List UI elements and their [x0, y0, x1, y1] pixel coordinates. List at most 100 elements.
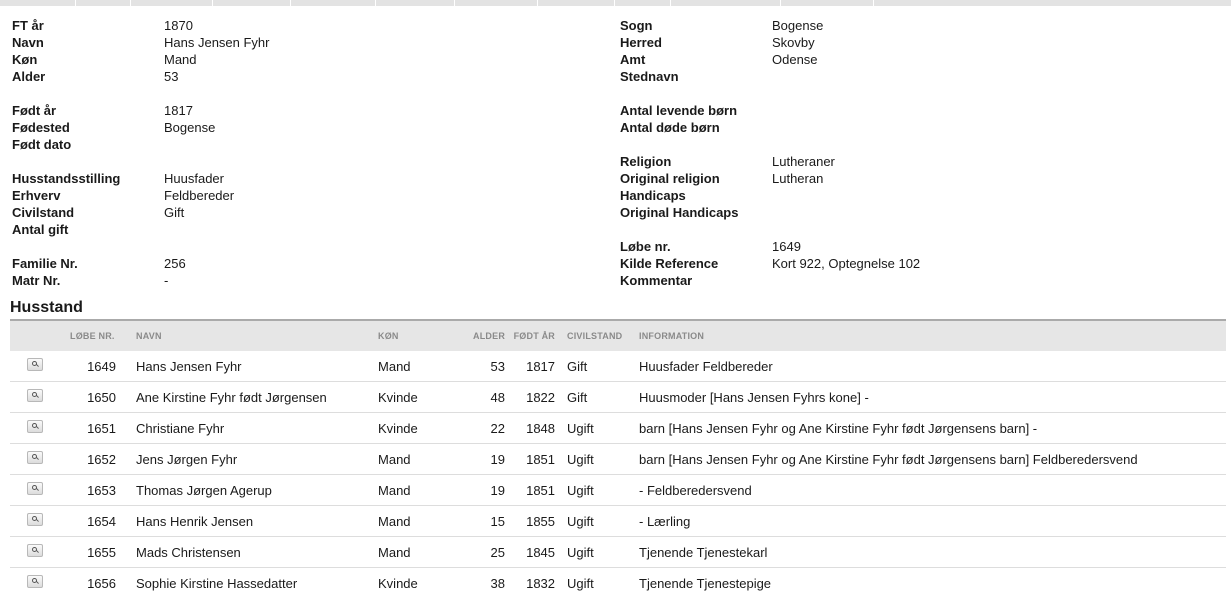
detail-row: Herred Skovby [620, 34, 1220, 51]
household-row[interactable]: 1650 Ane Kirstine Fyhr født Jørgensen Kvin… [10, 381, 1227, 413]
detail-value: 1817 [164, 103, 193, 118]
spacer-cell [116, 412, 131, 444]
fodt-ar-cell: 1855 [505, 505, 556, 537]
navn-cell[interactable]: Mads Christensen [130, 536, 376, 568]
magnifier-icon[interactable] [27, 574, 43, 588]
household-row[interactable]: 1655 Mads Christensen Mand 25 1845 Ugift Tjene… [10, 536, 1227, 568]
kon-cell: Mand [375, 505, 438, 537]
navn-cell[interactable]: Ane Kirstine Fyhr født Jørgensen [130, 381, 376, 413]
lobe-nr-cell: 1655 [58, 536, 116, 568]
detail-row: Fødested Bogense [12, 119, 602, 136]
magnifier-icon[interactable] [27, 419, 43, 433]
navn-cell[interactable]: Thomas Jørgen Agerup [130, 474, 376, 506]
detail-row: Løbe nr. 1649 [620, 238, 1220, 255]
alder-cell: 48 [437, 381, 506, 413]
magnifier-icon[interactable] [27, 450, 43, 464]
detail-row: Antal levende børn [620, 102, 1220, 119]
alder-cell: 22 [437, 412, 506, 444]
detail-label: Født år [12, 103, 57, 118]
magnifier-icon[interactable] [27, 512, 43, 526]
household-row[interactable]: 1649 Hans Jensen Fyhr Mand 53 1817 Gift Huusfa… [10, 351, 1226, 382]
col-header-fodt-ar[interactable]: FØDT ÅR [505, 321, 556, 351]
detail-label: Original Handicaps [620, 205, 739, 220]
information-cell: - Lærling [639, 505, 1227, 537]
detail-value: Skovby [772, 35, 815, 50]
detail-row: Civilstand Gift [12, 204, 602, 221]
detail-value: 1649 [772, 239, 801, 254]
spacer-cell [116, 351, 130, 382]
lobe-nr-cell: 1651 [58, 412, 116, 444]
civilstand-cell: Gift [567, 358, 588, 374]
detail-row: Køn Mand [12, 51, 602, 68]
fodt-ar-cell: 1817 [526, 358, 556, 374]
household-title: Husstand [10, 299, 83, 316]
fodt-ar-cell: 1845 [505, 536, 556, 568]
spacer-cell [116, 567, 131, 598]
detail-value: Lutheran [772, 171, 824, 186]
fodt-ar-cell: 1851 [505, 443, 556, 475]
col-header-alder[interactable]: ALDER [437, 321, 506, 351]
fodt-ar-cell: 1832 [505, 567, 556, 598]
detail-row: Religion Lutheraner [620, 153, 1220, 170]
household-row[interactable]: 1651 Christiane Fyhr Kvinde 22 1848 Ugift barn… [10, 412, 1227, 444]
detail-row: Amt Odense [620, 51, 1220, 68]
detail-label: Sogn [620, 18, 653, 33]
detail-label: Civilstand [12, 205, 75, 220]
kon-cell: Mand [375, 536, 438, 568]
household-row[interactable]: 1654 Hans Henrik Jensen Mand 15 1855 Ugift - L… [10, 505, 1227, 537]
detail-row: Alder 53 [12, 68, 602, 85]
top-tab-strip [0, 0, 1231, 6]
navn-cell[interactable]: Hans Henrik Jensen [130, 505, 376, 537]
navn-cell[interactable]: Christiane Fyhr [130, 412, 376, 444]
col-header-lobe-nr[interactable]: LØBE NR. [58, 321, 131, 351]
detail-label: Kilde Reference [620, 256, 719, 271]
detail-row: Matr Nr. - [12, 272, 602, 289]
magnifier-icon[interactable] [27, 543, 43, 557]
navn-cell[interactable]: Hans Jensen Fyhr [130, 351, 375, 382]
col-header-navn[interactable]: NAVN [130, 321, 376, 351]
detail-value: Kort 922, Optegnelse 102 [772, 256, 921, 271]
col-header-kon[interactable]: KØN [375, 321, 438, 351]
alder-cell: 25 [437, 536, 506, 568]
lobe-nr-cell: 1652 [58, 443, 116, 475]
detail-value: Lutheraner [772, 154, 835, 169]
view-cell [10, 536, 58, 568]
detail-label: FT år [12, 18, 44, 33]
household-row[interactable]: 1656 Sophie Kirstine Hassedatter Kvinde 38 1… [10, 567, 1227, 598]
information-cell: Huusfader Feldbereder [639, 358, 773, 374]
magnifier-icon[interactable] [27, 357, 43, 371]
alder-cell: 19 [437, 474, 506, 506]
person-details-right: Sogn Bogense Herred Skovby Amt Odense Stednavn… [620, 17, 1220, 289]
col-header-civilstand[interactable]: CIVILSTAND [555, 321, 640, 351]
detail-label: Antal gift [12, 222, 69, 237]
navn-cell[interactable]: Sophie Kirstine Hassedatter [130, 567, 376, 598]
alder-cell: 15 [437, 505, 506, 537]
magnifier-icon[interactable] [27, 481, 43, 495]
view-cell [10, 412, 58, 444]
detail-value: Huusfader [164, 171, 224, 186]
navn-cell[interactable]: Jens Jørgen Fyhr [130, 443, 376, 475]
detail-label: Original religion [620, 171, 720, 186]
alder-cell: 53 [490, 358, 506, 374]
information-cell: barn [Hans Jensen Fyhr og Ane Kirstine F… [639, 443, 1227, 475]
view-cell [10, 474, 58, 506]
magnifier-icon[interactable] [27, 388, 43, 402]
information-cell: barn [Hans Jensen Fyhr og Ane Kirstine F… [639, 412, 1227, 444]
household-row[interactable]: 1652 Jens Jørgen Fyhr Mand 19 1851 Ugift barn … [10, 443, 1227, 475]
spacer-cell [116, 505, 131, 537]
household-row[interactable]: 1653 Thomas Jørgen Agerup Mand 19 1851 Ugift -… [10, 474, 1227, 506]
information-cell: Tjenende Tjenestepige [639, 567, 1227, 598]
kon-cell: Kvinde [375, 412, 438, 444]
spacer-cell [116, 443, 131, 475]
view-cell [10, 443, 58, 475]
kon-cell: Kvinde [375, 381, 438, 413]
spacer-cell [116, 381, 131, 413]
detail-value: Bogense [772, 18, 824, 33]
view-cell [10, 351, 58, 382]
detail-value: - [164, 273, 169, 288]
col-header-information[interactable]: INFORMATION [639, 321, 1227, 351]
detail-label: Antal levende børn [620, 103, 738, 118]
detail-label: Kommentar [620, 273, 693, 288]
